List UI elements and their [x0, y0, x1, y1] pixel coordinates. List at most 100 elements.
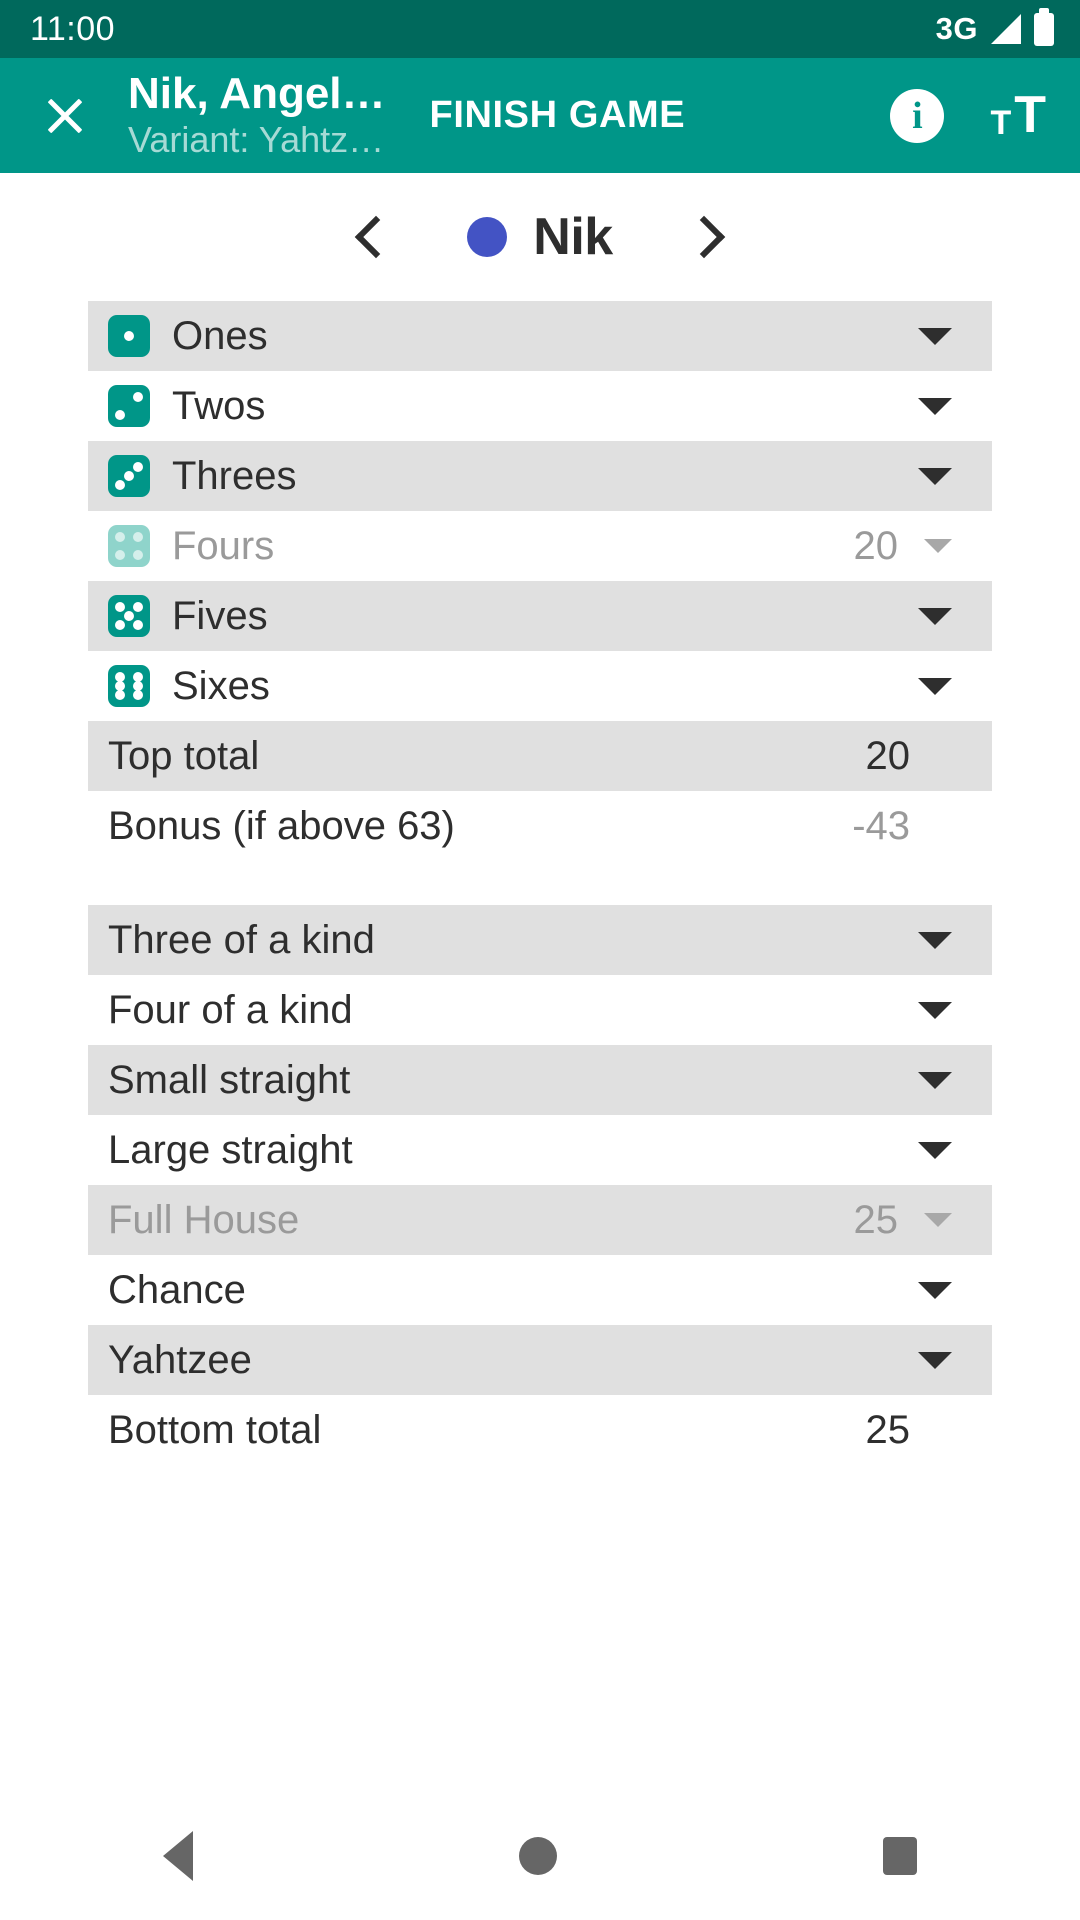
die-6-icon	[108, 665, 150, 707]
score-row-value: 20	[853, 523, 899, 568]
score-row-label: Sixes	[172, 663, 270, 708]
score-row-label: Small straight	[108, 1057, 351, 1102]
score-row[interactable]: Three of a kind	[88, 905, 992, 975]
die-pip	[115, 410, 125, 420]
finish-game-button[interactable]: FINISH GAME	[430, 94, 686, 137]
app-bar-titles: Nik, Angel… Variant: Yahtz…	[128, 71, 386, 161]
text-size-icon[interactable]: T T	[990, 86, 1046, 145]
chevron-down-icon[interactable]	[918, 1071, 952, 1089]
total-row-label: Bottom total	[108, 1407, 322, 1452]
text-size-small-glyph: T	[990, 103, 1012, 142]
status-bar: 11:00 3G	[0, 0, 1080, 58]
upper-section: Ones Twos Threes Fours 20 Fives Sixes	[88, 301, 992, 721]
player-color-dot	[467, 217, 508, 257]
score-row-label: Large straight	[108, 1127, 353, 1172]
total-row: Bonus (if above 63) -43	[88, 791, 992, 861]
score-row-label: Yahtzee	[108, 1337, 252, 1382]
score-row[interactable]: Yahtzee	[88, 1325, 992, 1395]
score-row[interactable]: Small straight	[88, 1045, 992, 1115]
die-pip	[133, 550, 143, 560]
score-row-label: Twos	[172, 383, 266, 428]
status-indicators: 3G	[935, 7, 1054, 47]
score-row-label: Three of a kind	[108, 917, 375, 962]
info-icon[interactable]: i	[890, 88, 945, 143]
die-pip	[133, 602, 143, 612]
total-row-label: Bonus (if above 63)	[108, 803, 455, 848]
score-row[interactable]: Twos	[88, 371, 992, 441]
score-row[interactable]: Sixes	[88, 651, 992, 721]
android-nav-bar	[0, 1792, 1080, 1920]
chevron-down-icon[interactable]	[918, 467, 952, 485]
text-size-big-glyph: T	[1014, 86, 1046, 145]
score-row-label: Ones	[172, 313, 268, 358]
die-pip	[115, 480, 125, 490]
die-pip	[115, 602, 125, 612]
recents-square-icon[interactable]	[883, 1837, 917, 1875]
chevron-down-icon[interactable]	[918, 397, 952, 415]
signal-triangle-icon	[991, 14, 1021, 44]
die-5-icon	[108, 595, 150, 637]
lower-section: Three of a kind Four of a kind Small strai…	[88, 905, 992, 1395]
chevron-down-icon[interactable]	[918, 1141, 952, 1159]
app-screen: 11:00 3G Nik, Angel… Variant: Yahtz… FIN…	[0, 0, 1080, 1920]
die-pip	[124, 471, 134, 481]
network-type-label: 3G	[935, 11, 978, 46]
scorecard: Ones Twos Threes Fours 20 Fives Sixes Top tota…	[0, 301, 1080, 1792]
chevron-left-icon[interactable]	[335, 199, 411, 275]
total-row-value: 25	[865, 1407, 911, 1452]
score-row[interactable]: Chance	[88, 1255, 992, 1325]
score-row[interactable]: Ones	[88, 301, 992, 371]
die-pip	[133, 690, 143, 700]
page-title: Nik, Angel…	[128, 70, 386, 117]
back-triangle-icon[interactable]	[163, 1831, 193, 1881]
battery-full-icon	[1034, 7, 1054, 46]
chevron-down-icon[interactable]	[918, 327, 952, 345]
score-row[interactable]: Large straight	[88, 1115, 992, 1185]
total-row-value: -43	[852, 803, 910, 848]
chevron-down-icon[interactable]	[918, 1001, 952, 1019]
die-pip	[133, 392, 143, 402]
status-clock: 11:00	[30, 9, 116, 48]
score-row[interactable]: Full House 25	[88, 1185, 992, 1255]
chevron-down-icon[interactable]	[918, 677, 952, 695]
die-pip	[115, 550, 125, 560]
player-name: Nik	[533, 208, 613, 266]
score-row[interactable]: Four of a kind	[88, 975, 992, 1045]
chevron-down-icon[interactable]	[918, 931, 952, 949]
page-subtitle: Variant: Yahtz…	[128, 118, 385, 160]
die-pip	[115, 620, 125, 630]
score-row-label: Fours	[172, 523, 275, 568]
score-row[interactable]: Fours 20	[88, 511, 992, 581]
score-row-label: Chance	[108, 1267, 246, 1312]
upper-totals: Top total 20 Bonus (if above 63) -43	[88, 721, 992, 861]
chevron-down-icon[interactable]	[924, 1213, 952, 1227]
lower-totals: Bottom total 25	[88, 1395, 992, 1465]
chevron-down-icon[interactable]	[924, 539, 952, 553]
chevron-down-icon[interactable]	[918, 607, 952, 625]
score-row-label: Threes	[172, 453, 297, 498]
app-bar: Nik, Angel… Variant: Yahtz… FINISH GAME …	[0, 58, 1080, 173]
die-pip	[133, 462, 143, 472]
current-player: Nik	[467, 207, 613, 267]
score-row-label: Full House	[108, 1197, 300, 1242]
die-1-icon	[108, 315, 150, 357]
score-row-label: Four of a kind	[108, 987, 353, 1032]
close-icon[interactable]	[34, 85, 96, 147]
die-pip	[124, 611, 134, 621]
die-pip	[115, 532, 125, 542]
chevron-down-icon[interactable]	[918, 1351, 952, 1369]
score-row-label: Fives	[172, 593, 268, 638]
home-circle-icon[interactable]	[519, 1837, 557, 1875]
die-pip	[124, 331, 134, 341]
die-2-icon	[108, 385, 150, 427]
chevron-down-icon[interactable]	[918, 1281, 952, 1299]
score-row[interactable]: Threes	[88, 441, 992, 511]
score-row[interactable]: Fives	[88, 581, 992, 651]
chevron-right-icon[interactable]	[669, 199, 745, 275]
player-navigator: Nik	[0, 173, 1080, 301]
total-row: Bottom total 25	[88, 1395, 992, 1465]
die-pip	[133, 620, 143, 630]
total-row-label: Top total	[108, 733, 260, 778]
die-3-icon	[108, 455, 150, 497]
